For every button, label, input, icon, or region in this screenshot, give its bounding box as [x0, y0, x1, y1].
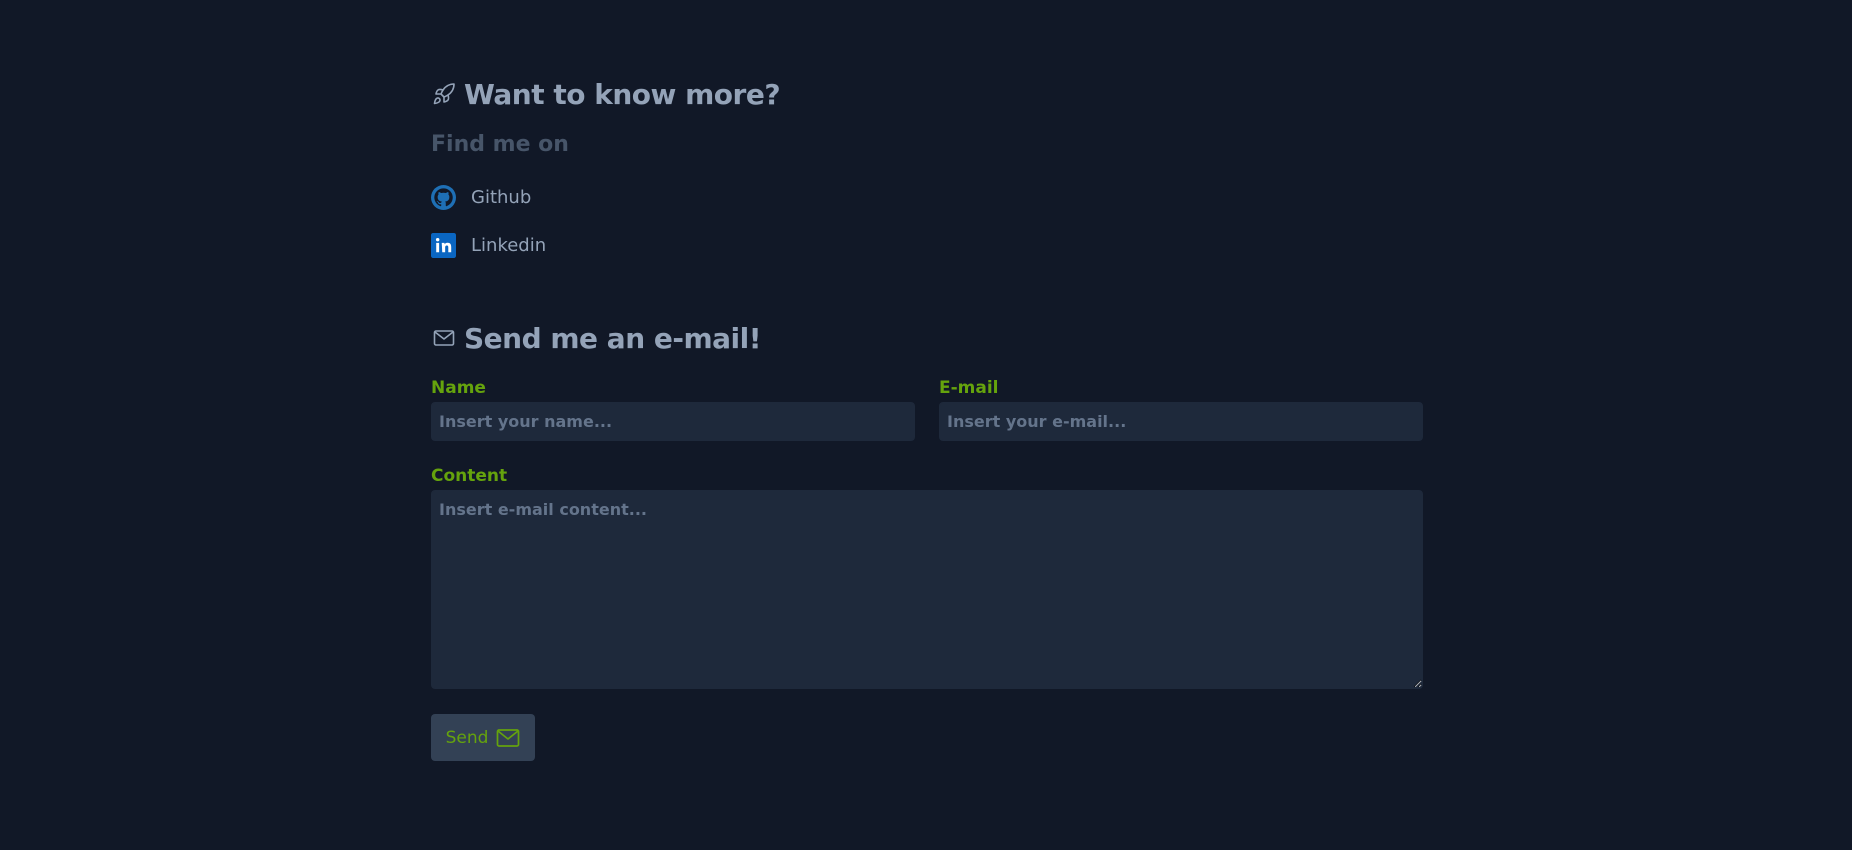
envelope-icon	[496, 728, 520, 748]
linkedin-link[interactable]: Linkedin	[431, 232, 546, 258]
content-label: Content	[431, 466, 508, 486]
email-input[interactable]	[939, 402, 1423, 441]
rocket-icon	[431, 81, 457, 107]
github-link[interactable]: Github	[431, 184, 531, 210]
send-email-text: Send me an e-mail!	[464, 321, 762, 355]
want-to-know-more-text: Want to know more?	[464, 77, 781, 111]
github-icon	[431, 184, 456, 210]
content-textarea[interactable]	[431, 490, 1423, 689]
name-label: Name	[431, 378, 486, 398]
linkedin-link-label: Linkedin	[471, 234, 547, 256]
linkedin-icon	[431, 232, 456, 258]
name-input[interactable]	[431, 402, 915, 441]
send-email-heading: Send me an e-mail!	[431, 318, 762, 358]
github-link-label: Github	[471, 186, 532, 208]
page: Want to know more? Find me on Github Lin…	[0, 0, 1852, 850]
envelope-icon	[431, 325, 457, 351]
send-button-label: Send	[445, 727, 489, 748]
want-to-know-more-heading: Want to know more?	[431, 74, 781, 114]
find-me-on-subtitle: Find me on	[431, 132, 569, 157]
send-button[interactable]: Send	[431, 714, 535, 761]
email-label: E-mail	[939, 378, 999, 398]
